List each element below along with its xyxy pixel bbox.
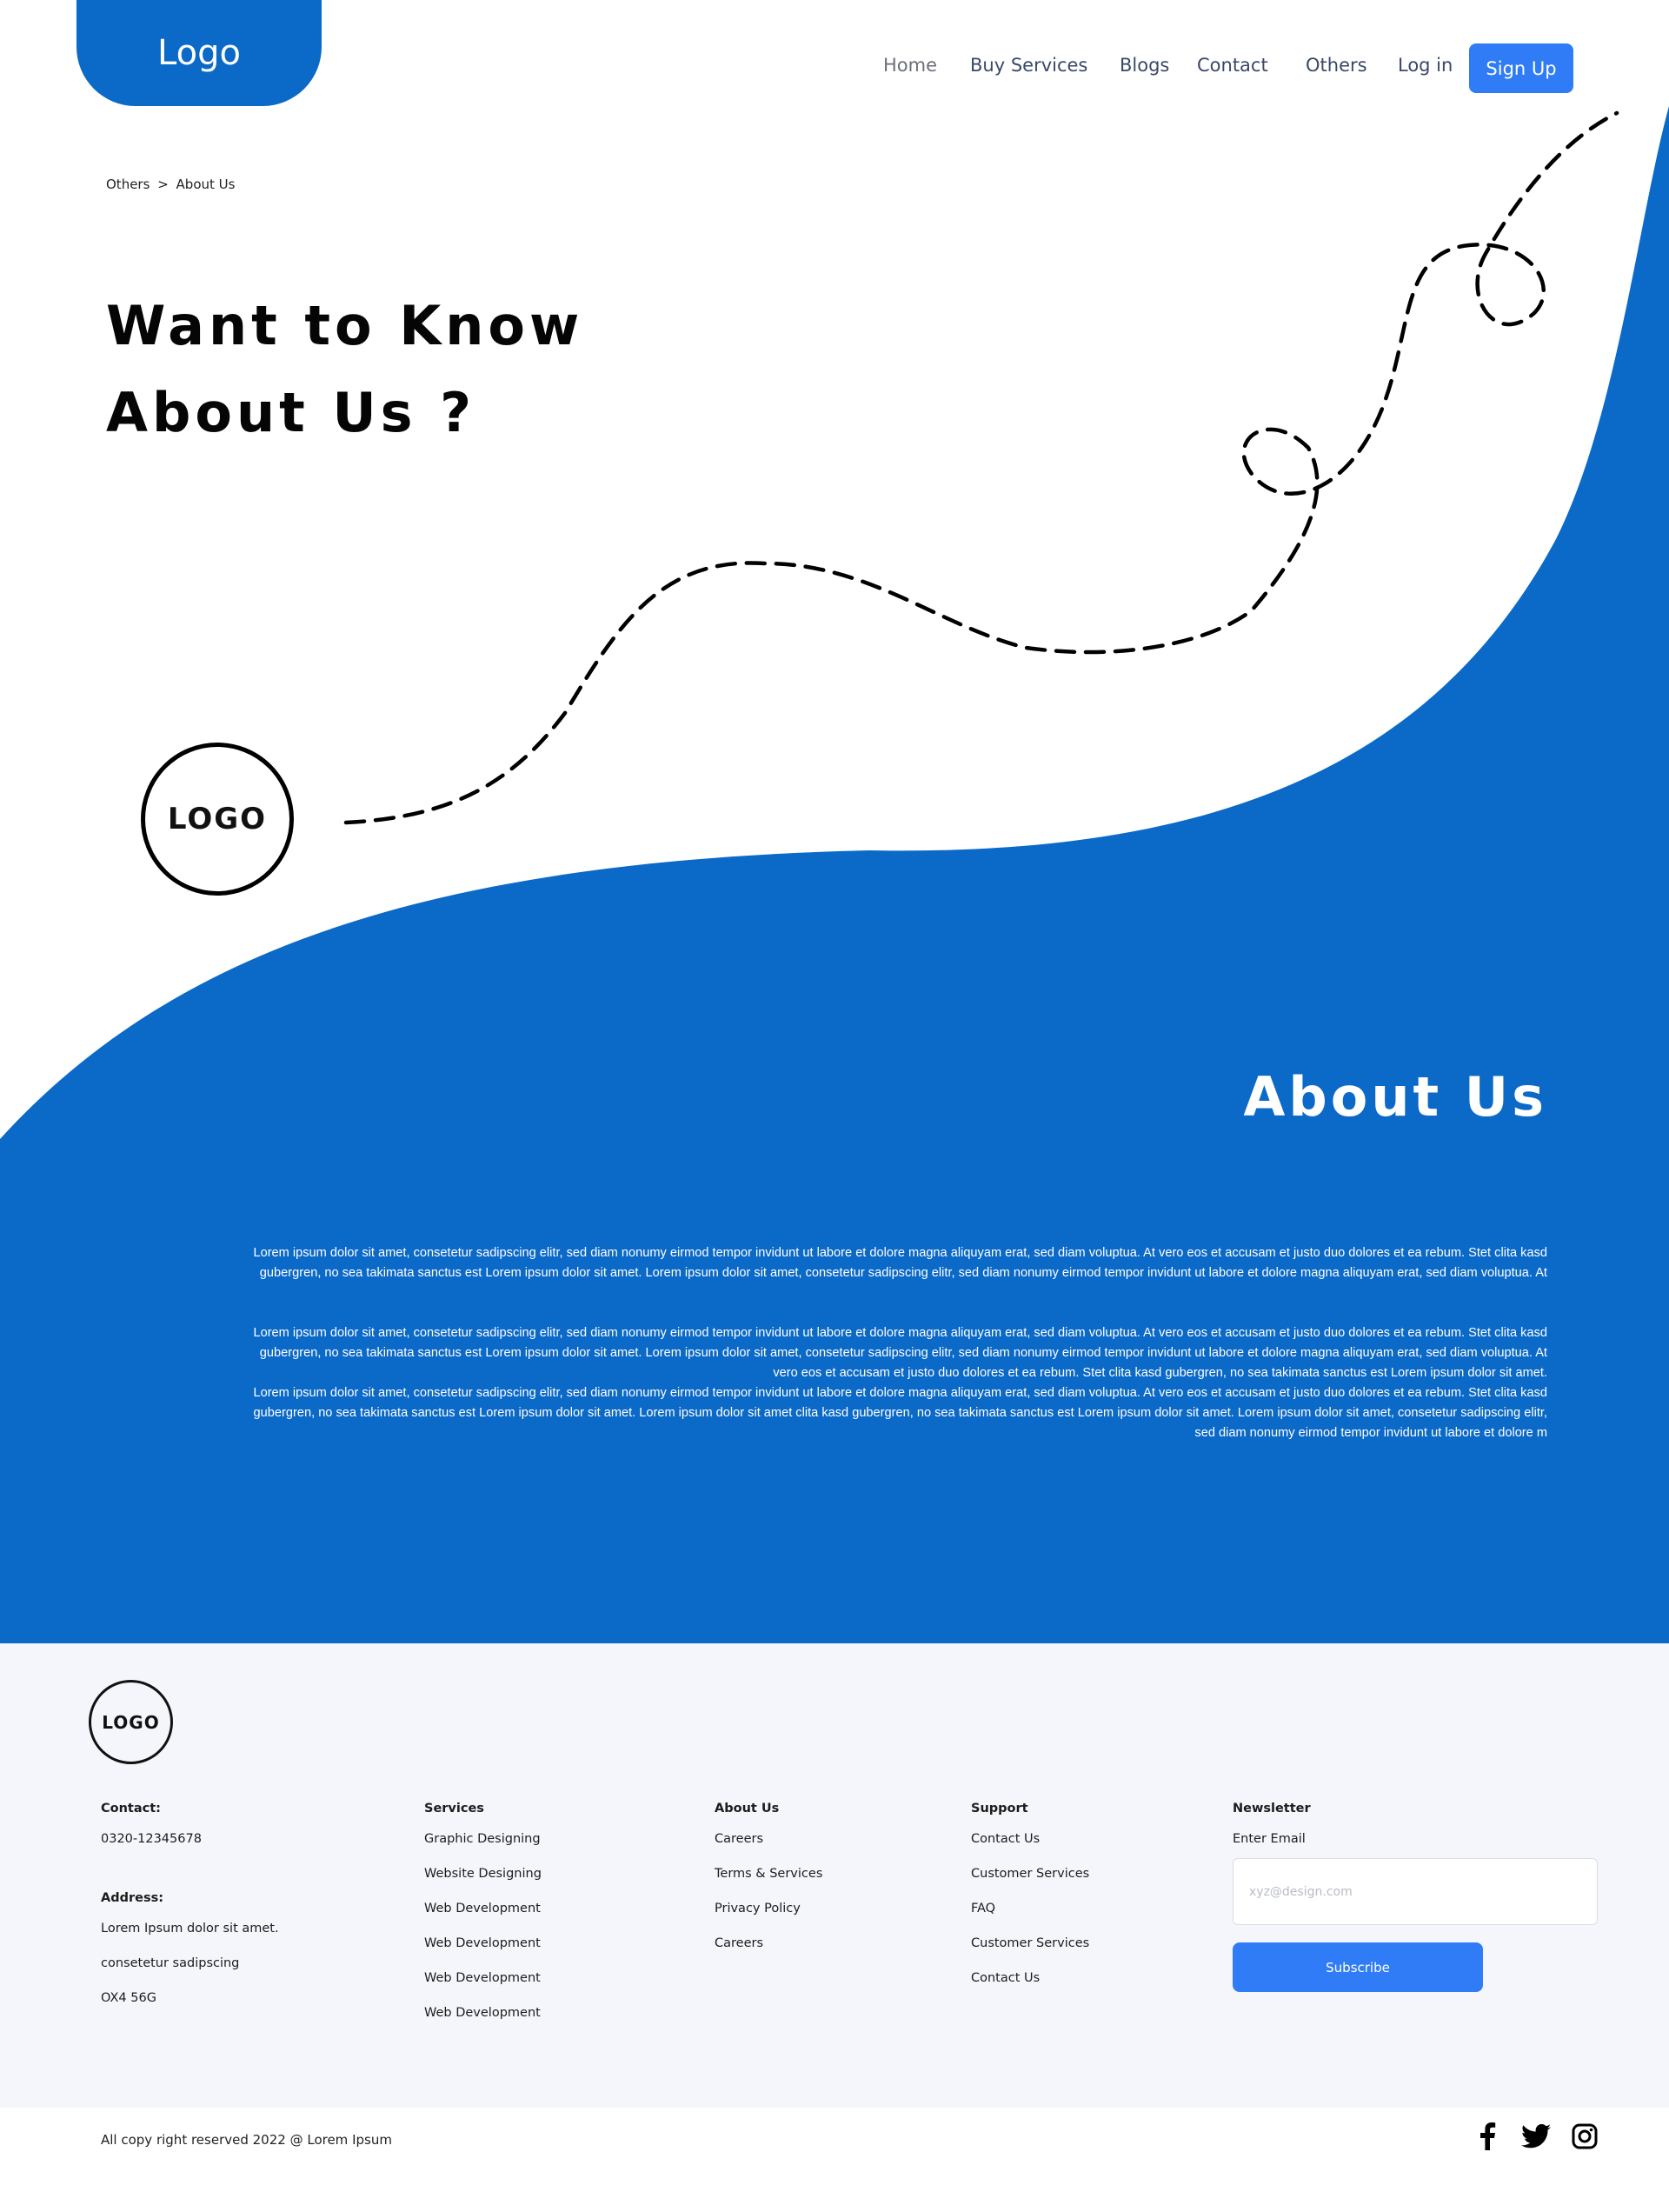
footer-link-careers[interactable]: Careers <box>715 1936 822 1971</box>
footer-link-faq[interactable]: FAQ <box>971 1902 1089 1936</box>
footer-about-column: About Us Careers Terms & Services Privac… <box>715 1802 822 1971</box>
about-p2-line: gubergren, no sea takimata sanctus est L… <box>259 1346 1547 1360</box>
services-heading: Services <box>424 1802 484 1816</box>
address-line: Lorem Ipsum dolor sit amet. <box>101 1922 279 1936</box>
about-p1-line: gubergren, no sea takimata sanctus est L… <box>259 1266 1547 1280</box>
nav-home[interactable]: Home <box>883 55 937 76</box>
hero-logo-circle: LOGO <box>141 743 294 896</box>
about-paragraph-1: Lorem ipsum dolor sit amet, consetetur s… <box>130 1243 1547 1283</box>
address-line: consetetur sadipscing <box>101 1956 240 1970</box>
nav-blogs[interactable]: Blogs <box>1120 55 1169 76</box>
footer-logo[interactable]: LOGO <box>89 1680 173 1764</box>
facebook-icon[interactable] <box>1473 2122 1502 2151</box>
hero-title-line-2: About Us ? <box>106 381 476 444</box>
footer-link-graphic-designing[interactable]: Graphic Designing <box>424 1832 542 1867</box>
address-heading: Address: <box>101 1891 164 1905</box>
hero-title: Want to Know About Us ? <box>106 283 715 456</box>
about-p2-line: gubergren, no sea takimata sanctus est L… <box>253 1406 1547 1420</box>
footer-link-customer-services[interactable]: Customer Services <box>971 1936 1089 1971</box>
nav-buy-services[interactable]: Buy Services <box>970 55 1087 76</box>
contact-phone[interactable]: 0320-12345678 <box>101 1832 279 1867</box>
footer-link-privacy-policy[interactable]: Privacy Policy <box>715 1902 822 1936</box>
address-line: OX4 56G <box>101 1991 156 2005</box>
footer-services-column: Services Graphic Designing Website Desig… <box>424 1802 542 2041</box>
footer-contact-column: Contact: 0320-12345678 Address: Lorem Ip… <box>101 1802 279 2026</box>
hero-title-line-1: Want to Know <box>106 294 584 357</box>
nav-others[interactable]: Others <box>1306 55 1367 76</box>
nav-log-in[interactable]: Log in <box>1398 55 1453 76</box>
about-p1-line: Lorem ipsum dolor sit amet, consetetur s… <box>253 1246 1547 1260</box>
about-p2-line: Lorem ipsum dolor sit amet, consetetur s… <box>253 1386 1547 1400</box>
footer-link-careers[interactable]: Careers <box>715 1832 822 1867</box>
breadcrumb-current: About Us <box>176 177 236 192</box>
footer-link-web-development[interactable]: Web Development <box>424 2006 542 2041</box>
footer-link-terms[interactable]: Terms & Services <box>715 1867 822 1902</box>
instagram-icon[interactable] <box>1570 2122 1599 2151</box>
social-links <box>1473 2122 1599 2151</box>
footer-link-web-development[interactable]: Web Development <box>424 1936 542 1971</box>
breadcrumb-separator: > <box>157 177 169 192</box>
footer-link-website-designing[interactable]: Website Designing <box>424 1867 542 1902</box>
support-heading: Support <box>971 1802 1028 1816</box>
about-paragraph-2: Lorem ipsum dolor sit amet, consetetur s… <box>130 1323 1547 1443</box>
footer-link-web-development[interactable]: Web Development <box>424 1971 542 2006</box>
breadcrumb-others[interactable]: Others <box>106 177 150 192</box>
sign-up-button[interactable]: Sign Up <box>1469 43 1573 93</box>
about-heading: About Us <box>715 1802 780 1816</box>
subscribe-button[interactable]: Subscribe <box>1233 1942 1483 1992</box>
footer-link-contact-us[interactable]: Contact Us <box>971 1971 1089 2006</box>
nav-contact[interactable]: Contact <box>1197 55 1268 76</box>
footer-newsletter-column: Newsletter Enter Email xyz@design.com Su… <box>1233 1802 1598 1992</box>
email-label: Enter Email <box>1233 1832 1306 1846</box>
about-p2-line: Lorem ipsum dolor sit amet, consetetur s… <box>253 1326 1547 1340</box>
breadcrumb: Others > About Us <box>106 177 238 192</box>
footer-link-web-development[interactable]: Web Development <box>424 1902 542 1936</box>
copyright-text: All copy right reserved 2022 @ Lorem Ips… <box>101 2132 392 2148</box>
twitter-icon[interactable] <box>1521 2122 1551 2151</box>
footer-link-customer-services[interactable]: Customer Services <box>971 1867 1089 1902</box>
footer-link-contact-us[interactable]: Contact Us <box>971 1832 1089 1867</box>
footer-support-column: Support Contact Us Customer Services FAQ… <box>971 1802 1089 2006</box>
about-p2-line: vero eos et accusam et justo duo dolores… <box>773 1366 1547 1380</box>
about-us-heading: About Us <box>1243 1065 1547 1129</box>
newsletter-email-input[interactable]: xyz@design.com <box>1233 1858 1598 1925</box>
newsletter-heading: Newsletter <box>1233 1802 1311 1816</box>
contact-heading: Contact: <box>101 1802 161 1816</box>
top-navigation: Home Buy Services Blogs Contact Others L… <box>0 43 1669 94</box>
about-p2-line: sed diam nonumy eirmod tempor invidunt u… <box>1194 1426 1547 1440</box>
